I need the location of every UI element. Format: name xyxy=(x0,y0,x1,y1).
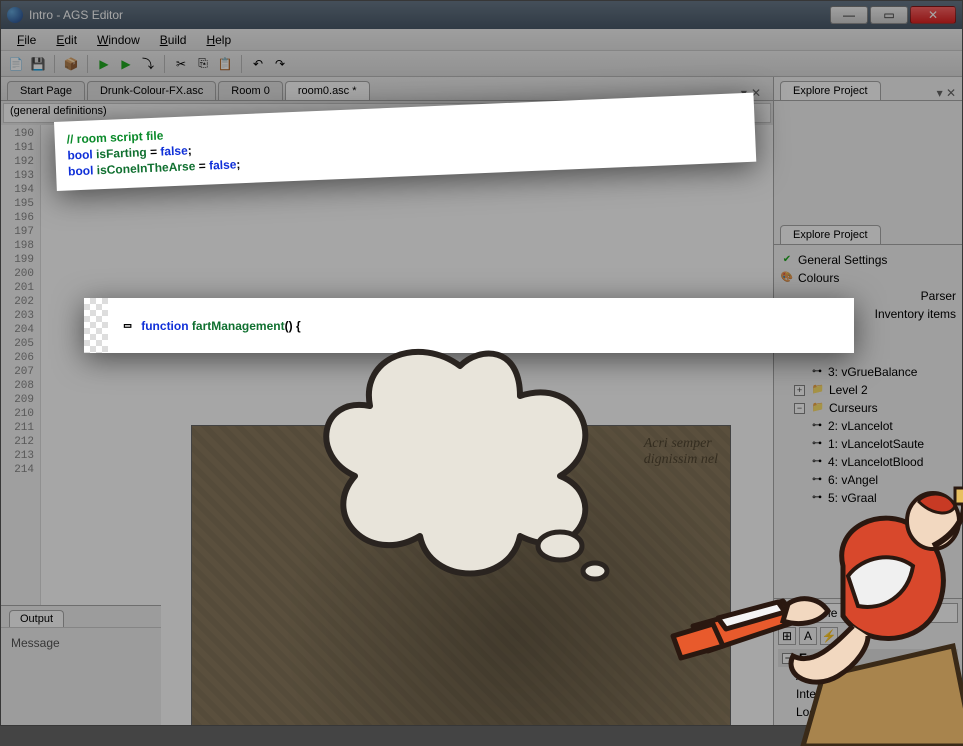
paste-icon[interactable]: 📋 xyxy=(216,55,234,73)
collapse-icon[interactable]: − xyxy=(794,403,805,414)
tree-folder-level2[interactable]: +📁Level 2 xyxy=(778,381,958,399)
tree-general-settings[interactable]: ✔General Settings xyxy=(778,251,958,269)
folder-icon: 📁 xyxy=(811,401,825,415)
view-icon: ⊶ xyxy=(810,365,824,379)
titlebar: Intro - AGS Editor — ▭ ✕ xyxy=(1,1,962,29)
check-icon: ✔ xyxy=(780,253,794,267)
panel-dropdown-icon[interactable]: ▾ xyxy=(937,86,943,100)
menu-file[interactable]: File xyxy=(7,31,46,49)
transparency-checker-icon xyxy=(84,298,108,353)
view-icon: ⊶ xyxy=(810,419,824,433)
output-column-header: Message xyxy=(1,627,161,658)
window-title: Intro - AGS Editor xyxy=(29,8,830,22)
output-panel: Output Message xyxy=(1,605,161,725)
save-icon[interactable]: 💾 xyxy=(29,55,47,73)
tab-start-page[interactable]: Start Page xyxy=(7,81,85,100)
tab-drunk-colour[interactable]: Drunk-Colour-FX.asc xyxy=(87,81,216,100)
package-icon[interactable]: 📦 xyxy=(62,55,80,73)
step-icon[interactable]: ⤵ xyxy=(139,55,157,73)
redo-icon[interactable]: ↷ xyxy=(271,55,289,73)
tab-room-0[interactable]: Room 0 xyxy=(218,81,283,100)
tree-folder-curseurs[interactable]: −📁Curseurs xyxy=(778,399,958,417)
tab-room0-asc[interactable]: room0.asc * xyxy=(285,81,370,100)
cut-icon[interactable]: ✂ xyxy=(172,55,190,73)
menu-build[interactable]: Build xyxy=(150,31,197,49)
undo-icon[interactable]: ↶ xyxy=(249,55,267,73)
fart-cloud-illustration xyxy=(300,326,620,606)
explorer-tab-2[interactable]: Explore Project xyxy=(780,225,881,244)
explorer-tab[interactable]: Explore Project xyxy=(780,81,881,100)
character-illustration xyxy=(633,446,963,746)
expand-icon[interactable]: + xyxy=(794,385,805,396)
menu-help[interactable]: Help xyxy=(196,31,241,49)
tree-colours[interactable]: 🎨Colours xyxy=(778,269,958,287)
tree-view-item[interactable]: ⊶2: vLancelot xyxy=(778,417,958,435)
maximize-button[interactable]: ▭ xyxy=(870,6,908,24)
toolbar: 📄 💾 📦 ▶ ▶ ⤵ ✂ ⎘ 📋 ↶ ↷ xyxy=(1,51,962,77)
menu-edit[interactable]: Edit xyxy=(46,31,87,49)
new-icon[interactable]: 📄 xyxy=(7,55,25,73)
debug-icon[interactable]: ▶ xyxy=(117,55,135,73)
menubar: File Edit Window Build Help xyxy=(1,29,962,51)
menu-window[interactable]: Window xyxy=(87,31,150,49)
minimize-button[interactable]: — xyxy=(830,6,868,24)
tree-view-item[interactable]: ⊶3: vGrueBalance xyxy=(778,363,958,381)
app-icon xyxy=(7,7,23,23)
folder-icon: 📁 xyxy=(811,383,825,397)
run-icon[interactable]: ▶ xyxy=(95,55,113,73)
palette-icon: 🎨 xyxy=(780,271,794,285)
close-button[interactable]: ✕ xyxy=(910,6,956,24)
output-tab[interactable]: Output xyxy=(9,610,64,627)
panel-close-icon[interactable]: ✕ xyxy=(946,86,956,100)
copy-icon[interactable]: ⎘ xyxy=(194,55,212,73)
